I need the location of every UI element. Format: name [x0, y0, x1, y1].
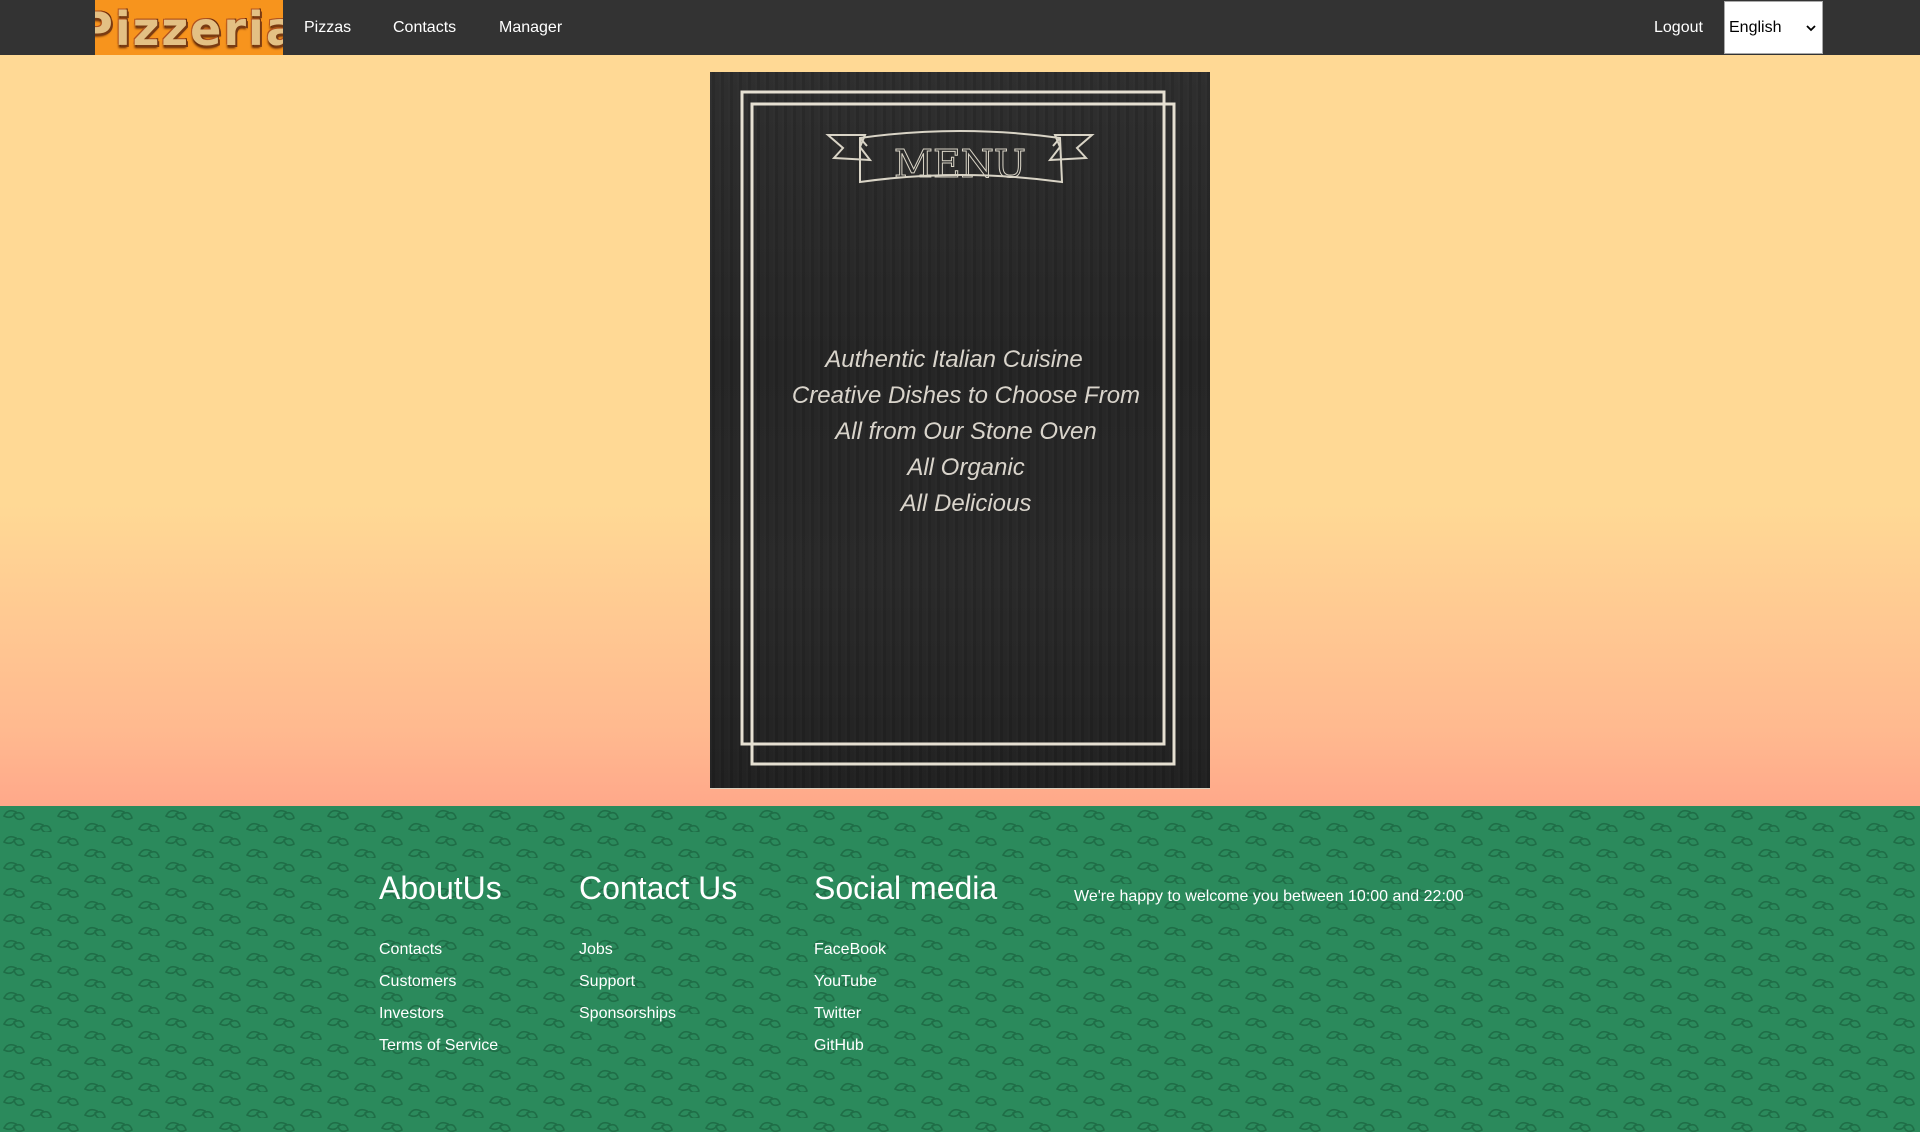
footer-contact-heading: Contact Us — [579, 870, 738, 906]
nav-link-contacts[interactable]: Contacts — [393, 0, 456, 55]
logo-text: Pizzeria — [95, 1, 283, 56]
footer-link-contacts[interactable]: Contacts — [379, 941, 442, 959]
footer-link-support[interactable]: Support — [579, 973, 635, 991]
opening-hours-text: We're happy to welcome you between 10:00… — [1074, 888, 1464, 905]
menu-line: Authentic Italian Cuisine — [825, 346, 1083, 373]
nav-link-manager[interactable]: Manager — [499, 0, 562, 55]
pizzeria-logo[interactable]: Pizzeria — [95, 0, 283, 55]
footer-link-youtube[interactable]: YouTube — [814, 973, 877, 991]
footer-link-jobs[interactable]: Jobs — [579, 941, 613, 959]
menu-title: MENU — [894, 142, 1026, 186]
leaf-pattern-icon — [0, 806, 1920, 1132]
footer-link-github[interactable]: GitHub — [814, 1037, 864, 1055]
nav-link-pizzas[interactable]: Pizzas — [304, 0, 351, 55]
menu-line: All Delicious — [900, 490, 1032, 517]
language-select-value: English — [1729, 18, 1782, 36]
menu-line: All from Our Stone Oven — [835, 418, 1097, 445]
footer-link-sponsorships[interactable]: Sponsorships — [579, 1005, 676, 1023]
footer-link-twitter[interactable]: Twitter — [814, 1005, 861, 1023]
footer-social-heading: Social media — [814, 870, 998, 906]
footer: AboutUs Contacts Customers Investors Ter… — [0, 806, 1920, 1132]
menu-tagline-list: Authentic Italian Cuisine Creative Dishe… — [710, 342, 1210, 522]
menu-line: Creative Dishes to Choose From — [791, 382, 1141, 409]
footer-link-facebook[interactable]: FaceBook — [814, 941, 886, 959]
footer-about-heading: AboutUs — [379, 870, 502, 906]
top-navbar: Pizzeria Pizzas Contacts Manager Logout … — [0, 0, 1920, 55]
menu-board: MENU Authentic Italian Cuisine Creative … — [710, 72, 1210, 789]
language-select[interactable]: English — [1724, 1, 1823, 54]
chevron-down-icon — [1806, 24, 1816, 31]
footer-link-investors[interactable]: Investors — [379, 1005, 444, 1023]
footer-link-terms[interactable]: Terms of Service — [379, 1037, 498, 1055]
menu-line: All Organic — [907, 454, 1025, 481]
logout-link[interactable]: Logout — [1654, 0, 1703, 55]
footer-link-customers[interactable]: Customers — [379, 973, 456, 991]
